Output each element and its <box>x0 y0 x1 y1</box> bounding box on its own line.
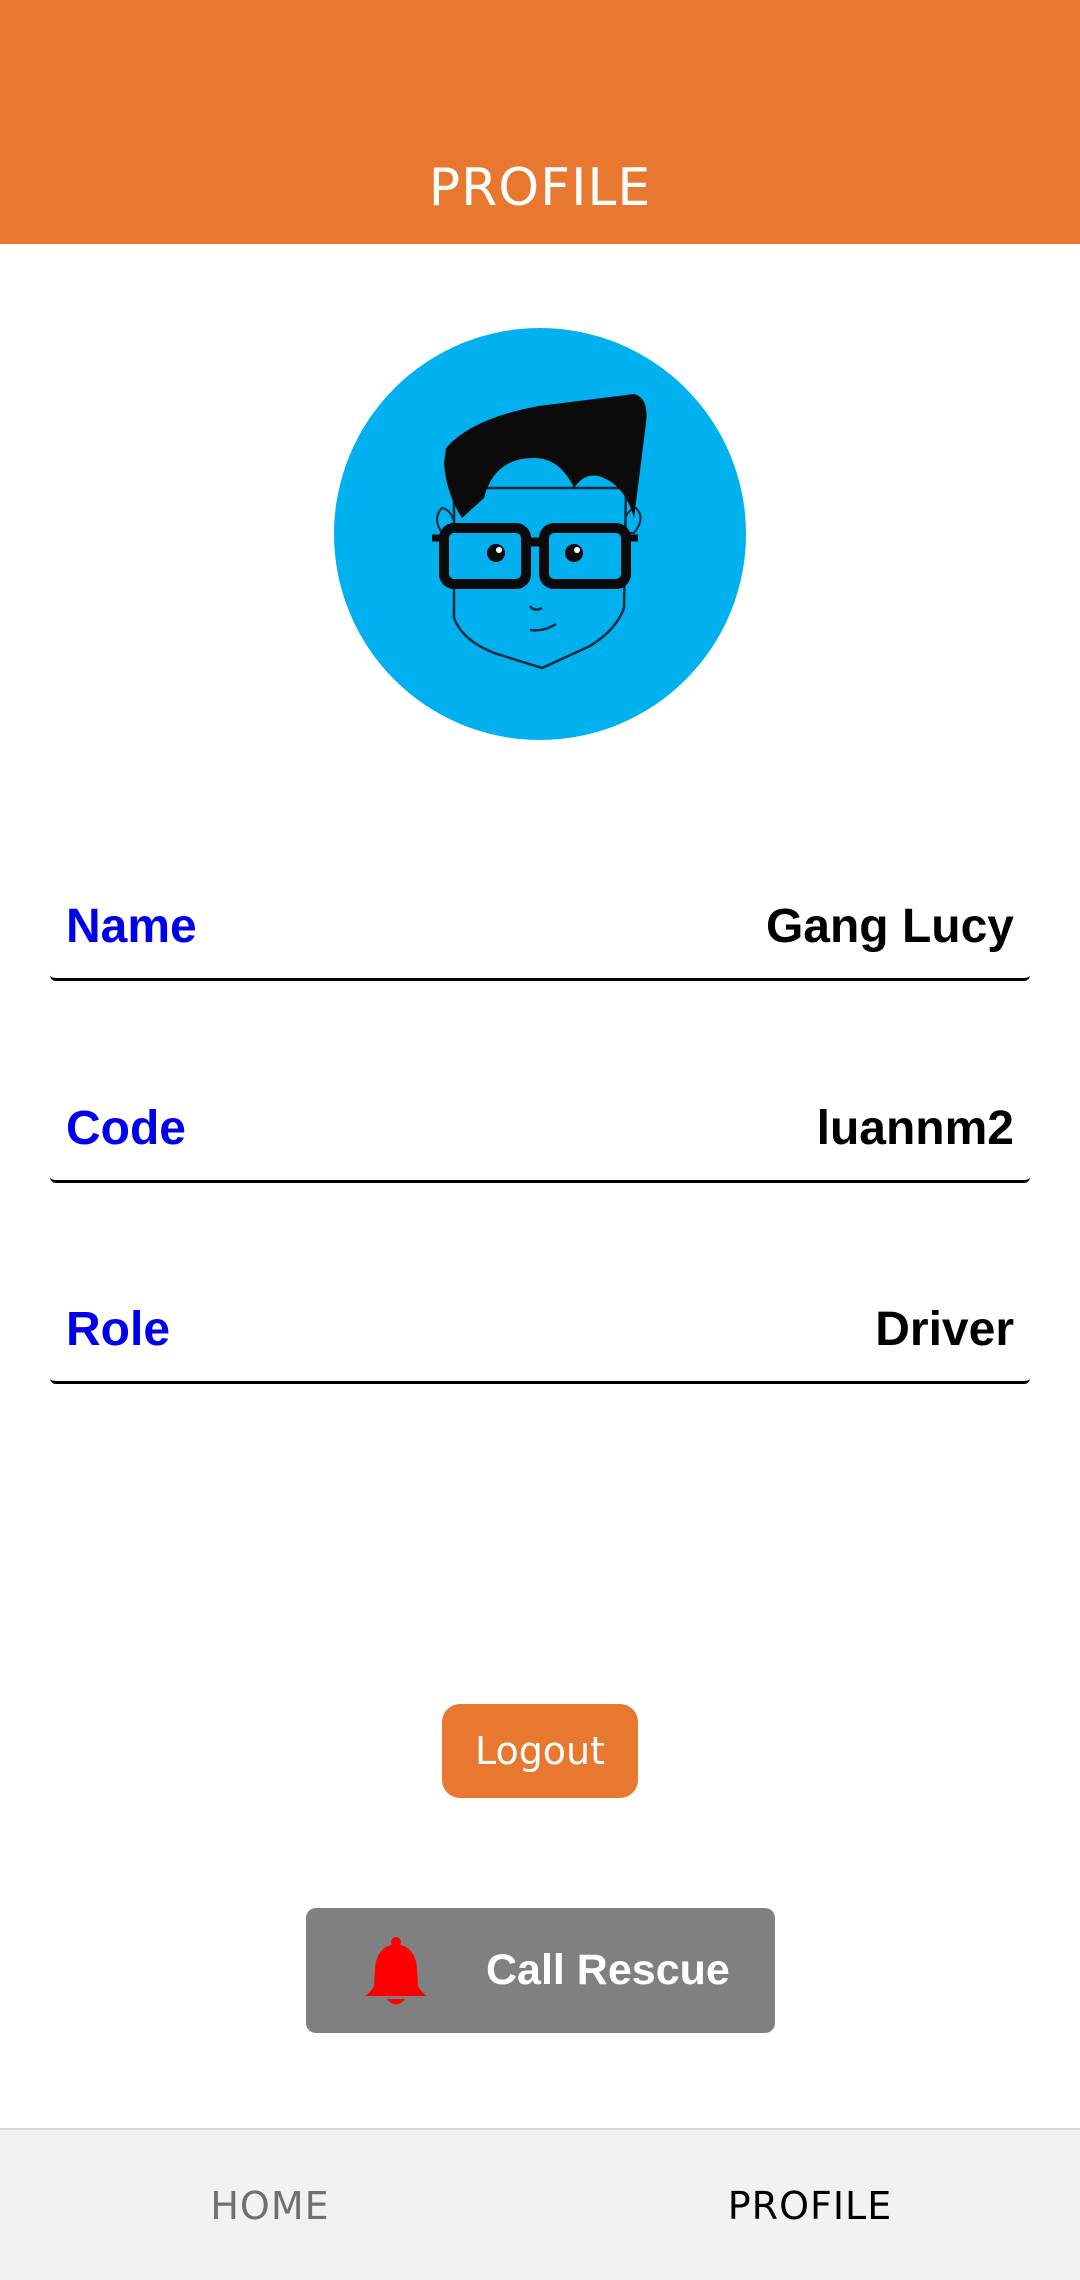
name-label: Name <box>66 900 197 953</box>
cartoon-avatar-icon <box>432 394 647 670</box>
profile-screen: PROFILE Name Gang Lucy Code luannm2 Role… <box>0 0 1080 2280</box>
call-rescue-button[interactable]: Call Rescue <box>306 1908 775 2033</box>
tab-home[interactable]: HOME <box>0 2130 540 2280</box>
page-title: PROFILE <box>428 158 652 218</box>
app-header: PROFILE <box>0 0 1080 244</box>
name-value: Gang Lucy <box>765 900 1014 953</box>
bottom-tab-bar: HOME PROFILE <box>0 2128 1080 2280</box>
tab-profile[interactable]: PROFILE <box>540 2130 1080 2280</box>
role-row: Role Driver <box>50 1281 1030 1384</box>
call-rescue-label: Call Rescue <box>486 1946 730 1994</box>
bell-icon <box>365 1937 427 2005</box>
code-label: Code <box>66 1102 186 1155</box>
code-value: luannm2 <box>816 1102 1014 1155</box>
logout-button[interactable]: Logout <box>442 1704 638 1798</box>
code-row: Code luannm2 <box>50 1080 1030 1183</box>
role-label: Role <box>66 1303 171 1356</box>
role-value: Driver <box>875 1303 1014 1356</box>
avatar <box>334 328 746 740</box>
name-row: Name Gang Lucy <box>50 878 1030 981</box>
